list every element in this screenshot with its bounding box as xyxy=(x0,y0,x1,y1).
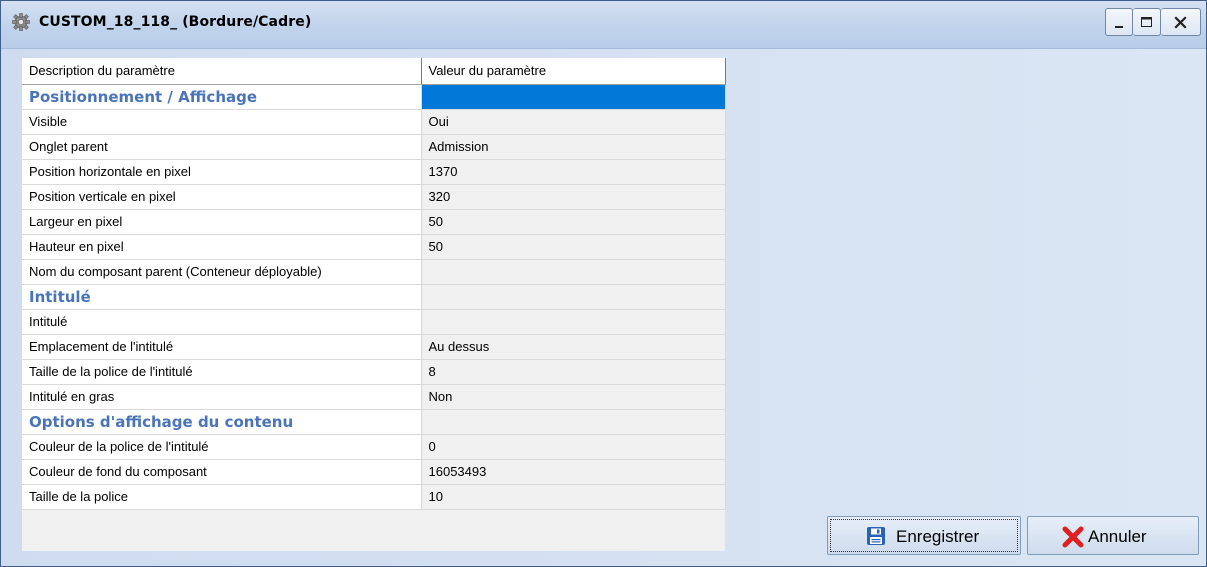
table-row[interactable]: Nom du composant parent (Conteneur déplo… xyxy=(22,259,726,285)
parameter-value[interactable]: 50 xyxy=(421,234,726,260)
parameter-value-selected[interactable] xyxy=(421,84,726,110)
parameter-description[interactable]: Emplacement de l'intitulé xyxy=(22,334,422,360)
parameter-value[interactable] xyxy=(421,409,726,435)
parameter-description[interactable]: Position horizontale en pixel xyxy=(22,159,422,185)
parameter-description[interactable]: Nom du composant parent (Conteneur déplo… xyxy=(22,259,422,285)
parameter-description[interactable]: Hauteur en pixel xyxy=(22,234,422,260)
parameter-value[interactable]: 1370 xyxy=(421,159,726,185)
parameter-description[interactable]: Onglet parent xyxy=(22,134,422,160)
parameter-description[interactable]: Intitulé en gras xyxy=(22,384,422,410)
parameter-value[interactable]: 16053493 xyxy=(421,459,726,485)
parameter-description[interactable]: Intitulé xyxy=(22,309,422,335)
cancel-button[interactable]: Annuler xyxy=(1027,516,1199,555)
parameter-description[interactable]: Taille de la police xyxy=(22,484,422,510)
section-row[interactable]: Options d'affichage du contenu xyxy=(22,409,726,435)
column-header-value[interactable]: Valeur du paramètre xyxy=(421,58,726,85)
red-x-icon xyxy=(1062,526,1084,548)
parameter-value[interactable]: 8 xyxy=(421,359,726,385)
save-button-label: Enregistrer xyxy=(896,527,980,546)
parameter-value[interactable]: 0 xyxy=(421,434,726,460)
table-row[interactable]: Intitulé xyxy=(22,309,726,335)
parameter-description[interactable]: Couleur de fond du composant xyxy=(22,459,422,485)
window-title: CUSTOM_18_118_ (Bordure/Cadre) xyxy=(39,14,312,30)
parameter-value[interactable]: Au dessus xyxy=(421,334,726,360)
minimize-button[interactable] xyxy=(1105,8,1133,36)
parameter-description[interactable]: Couleur de la police de l'intitulé xyxy=(22,434,422,460)
dialog-window: CUSTOM_18_118_ (Bordure/Cadre) Descripti… xyxy=(0,0,1207,567)
section-title: Positionnement / Affichage xyxy=(22,84,422,110)
close-button[interactable] xyxy=(1161,8,1201,36)
table-row[interactable]: Intitulé en gras Non xyxy=(22,384,726,410)
parameter-value[interactable]: 10 xyxy=(421,484,726,510)
table-row[interactable]: Couleur de fond du composant 16053493 xyxy=(22,459,726,485)
gear-icon xyxy=(11,12,31,32)
title-bar[interactable]: CUSTOM_18_118_ (Bordure/Cadre) xyxy=(1,1,1206,49)
parameter-value[interactable] xyxy=(421,284,726,310)
table-row[interactable]: Taille de la police 10 xyxy=(22,484,726,510)
section-title: Options d'affichage du contenu xyxy=(22,409,422,435)
column-header-description[interactable]: Description du paramètre xyxy=(22,58,422,85)
parameter-description[interactable]: Visible xyxy=(22,109,422,135)
minimize-icon xyxy=(1115,26,1123,28)
table-row[interactable]: Taille de la police de l'intitulé 8 xyxy=(22,359,726,385)
grid-header-row: Description du paramètre Valeur du param… xyxy=(22,58,726,85)
save-button[interactable]: Enregistrer xyxy=(827,516,1021,555)
maximize-icon xyxy=(1141,17,1152,27)
section-row[interactable]: Positionnement / Affichage xyxy=(22,84,726,110)
floppy-disk-icon xyxy=(867,527,885,545)
parameter-description[interactable]: Position verticale en pixel xyxy=(22,184,422,210)
parameter-value[interactable] xyxy=(421,309,726,335)
parameter-value[interactable]: Oui xyxy=(421,109,726,135)
table-row[interactable]: Largeur en pixel 50 xyxy=(22,209,726,235)
cancel-button-label: Annuler xyxy=(1088,527,1147,546)
table-row[interactable]: Onglet parent Admission xyxy=(22,134,726,160)
parameter-description[interactable]: Taille de la police de l'intitulé xyxy=(22,359,422,385)
table-row[interactable]: Position verticale en pixel 320 xyxy=(22,184,726,210)
maximize-button[interactable] xyxy=(1133,8,1161,36)
section-title: Intitulé xyxy=(22,284,422,310)
parameter-grid: Description du paramètre Valeur du param… xyxy=(22,58,726,510)
table-row[interactable]: Couleur de la police de l'intitulé 0 xyxy=(22,434,726,460)
parameter-grid-container: Description du paramètre Valeur du param… xyxy=(22,58,726,551)
parameter-value[interactable]: 50 xyxy=(421,209,726,235)
parameter-value[interactable]: 320 xyxy=(421,184,726,210)
parameter-description[interactable]: Largeur en pixel xyxy=(22,209,422,235)
parameter-value[interactable]: Non xyxy=(421,384,726,410)
table-row[interactable]: Visible Oui xyxy=(22,109,726,135)
section-row[interactable]: Intitulé xyxy=(22,284,726,310)
table-row[interactable]: Hauteur en pixel 50 xyxy=(22,234,726,260)
table-row[interactable]: Emplacement de l'intitulé Au dessus xyxy=(22,334,726,360)
parameter-value[interactable] xyxy=(421,259,726,285)
parameter-value[interactable]: Admission xyxy=(421,134,726,160)
close-icon xyxy=(1174,16,1187,29)
table-row[interactable]: Position horizontale en pixel 1370 xyxy=(22,159,726,185)
